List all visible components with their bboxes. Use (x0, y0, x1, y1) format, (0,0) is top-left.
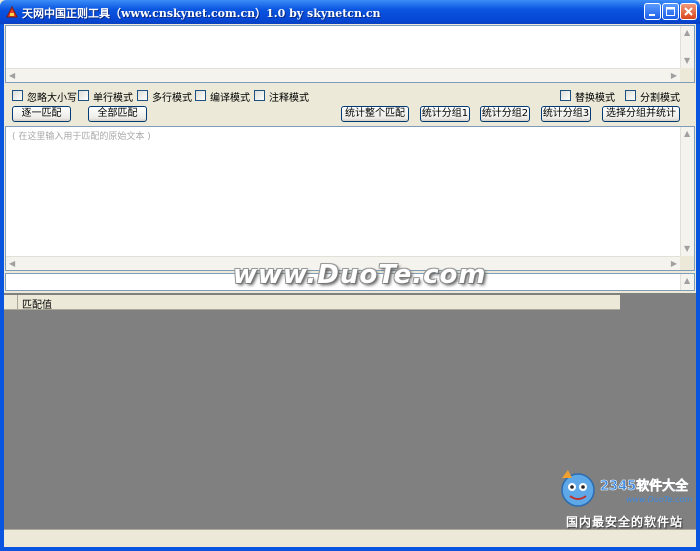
scroll-down-arrow-icon[interactable]: ▼ (684, 57, 690, 65)
checkbox-box[interactable] (12, 90, 23, 101)
count-whole-match-button[interactable]: 统计整个匹配 (341, 106, 409, 122)
checkbox-box[interactable] (625, 90, 636, 101)
title-bar: 天网中国正则工具（www.cnskynet.com.cn）1.0 by skyn… (0, 0, 700, 24)
checkbox-label: 忽略大小写 (27, 93, 77, 104)
watermark-text: www.DuoTe.com (233, 260, 487, 290)
window-frame-bottom (0, 547, 700, 551)
minimize-button[interactable] (644, 3, 661, 20)
app-icon (6, 5, 18, 18)
column-header-match-value[interactable]: 匹配值 (22, 296, 52, 311)
row-header-cell (4, 295, 18, 309)
scroll-left-arrow-icon[interactable]: ◀ (9, 72, 15, 80)
minimize-icon (649, 14, 655, 16)
close-icon (684, 7, 693, 16)
scroll-up-arrow-icon[interactable]: ▲ (684, 130, 690, 138)
source-vertical-scrollbar[interactable]: ▲ ▼ (680, 127, 694, 256)
window-frame-right (696, 24, 700, 551)
count-group3-button[interactable]: 统计分组3 (541, 106, 591, 122)
checkbox-label: 替换模式 (575, 93, 615, 104)
checkbox-label: 单行模式 (93, 93, 133, 104)
checkbox-label: 注释模式 (269, 93, 309, 104)
scroll-right-arrow-icon[interactable]: ▶ (671, 260, 677, 268)
checkbox-box[interactable] (195, 90, 206, 101)
count-group1-button[interactable]: 统计分组1 (420, 106, 470, 122)
scroll-down-arrow-icon[interactable]: ▼ (684, 245, 690, 253)
scrollbar-corner (680, 68, 694, 82)
scroll-right-arrow-icon[interactable]: ▶ (671, 72, 677, 80)
checkbox-box[interactable] (254, 90, 265, 101)
checkbox-box[interactable] (560, 90, 571, 101)
checkbox-label: 多行模式 (152, 93, 192, 104)
output-vertical-scrollbar[interactable]: ▲ (680, 274, 694, 290)
maximize-button[interactable] (662, 3, 679, 20)
pattern-input[interactable]: ▲ ▼ ◀ ▶ (5, 25, 695, 83)
pattern-vertical-scrollbar[interactable]: ▲ ▼ (680, 26, 694, 68)
results-header-row: 匹配值 (4, 295, 620, 311)
logo-brand-text: 2345软件大全 (600, 478, 689, 494)
match-all-button[interactable]: 全部匹配 (88, 106, 147, 122)
maximize-icon (666, 7, 675, 16)
select-group-count-button[interactable]: 选择分组并统计 (602, 106, 680, 122)
scroll-left-arrow-icon[interactable]: ◀ (9, 260, 15, 268)
scroll-up-arrow-icon[interactable]: ▲ (684, 29, 690, 37)
source-placeholder: ( 在这里输入用于匹配的原始文本 ) (12, 132, 151, 142)
source-text-input[interactable]: ( 在这里输入用于匹配的原始文本 ) ▲ ▼ ◀ ▶ (5, 126, 695, 271)
checkbox-box[interactable] (137, 90, 148, 101)
checkbox-box[interactable] (78, 90, 89, 101)
checkbox-label: 编译模式 (210, 93, 250, 104)
pattern-horizontal-scrollbar[interactable]: ◀ ▶ (6, 68, 680, 82)
watermark-caption: 国内最安全的软件站 (566, 515, 684, 529)
match-one-button[interactable]: 逐一匹配 (12, 106, 71, 122)
scroll-up-arrow-icon[interactable]: ▲ (684, 277, 690, 285)
checkbox-label: 分割模式 (640, 93, 680, 104)
logo-url-text: www.DuoTe.com (626, 495, 692, 504)
count-group2-button[interactable]: 统计分组2 (480, 106, 530, 122)
scrollbar-corner (680, 256, 694, 270)
window-title: 天网中国正则工具（www.cnskynet.com.cn）1.0 by skyn… (22, 7, 381, 20)
close-button[interactable] (680, 3, 697, 20)
status-bar (4, 529, 696, 547)
